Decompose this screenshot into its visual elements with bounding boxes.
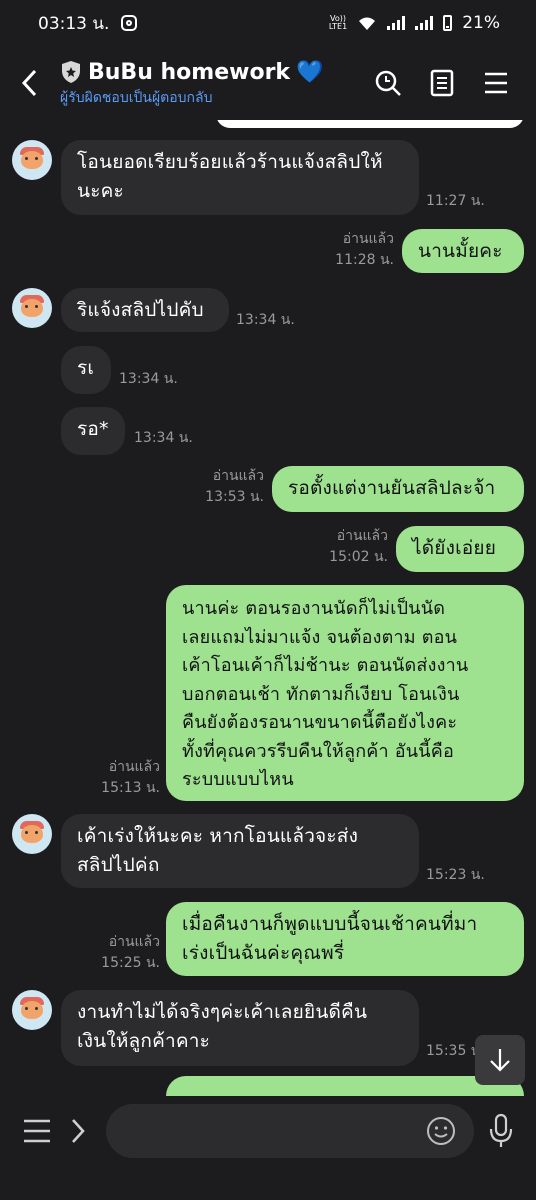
back-button[interactable] bbox=[0, 46, 60, 120]
message-bubble-incoming[interactable]: รเ bbox=[61, 346, 111, 394]
read-receipt: อ่านแล้ว bbox=[108, 934, 160, 950]
chat-subtitle: ผู้รับผิดชอบเป็นผู้ตอบกลับ bbox=[60, 89, 213, 106]
message-bubble-incoming[interactable]: โอนยอดเรียบร้อยแล้วร้านแจ้งสลิปให้ นะคะ bbox=[61, 140, 419, 215]
menu-icon[interactable] bbox=[22, 1118, 52, 1144]
message-bubble-outgoing[interactable]: นานค่ะ ตอนรองานนัดก็ไม่เป็นนัด เลยแถมไม่… bbox=[166, 585, 524, 801]
volte-icon: Vo)) LTE1 bbox=[328, 14, 348, 31]
blue-heart-icon: 💙 bbox=[296, 59, 324, 85]
message-input[interactable] bbox=[106, 1104, 474, 1158]
message-time: 11:28 น. bbox=[335, 252, 394, 268]
arrow-down-icon bbox=[490, 1049, 510, 1072]
read-receipt: อ่านแล้ว bbox=[342, 231, 394, 247]
message-time: 15:23 น. bbox=[426, 867, 485, 883]
scroll-to-bottom-button[interactable] bbox=[475, 1035, 525, 1085]
wifi-icon bbox=[359, 17, 376, 30]
back-arrow-icon bbox=[21, 69, 37, 97]
status-bar: 03:13 น. Vo)) LTE1 21% bbox=[0, 0, 536, 46]
message-bubble-incoming[interactable]: งานทำไม่ได้จริงๆค่ะเค้าเลยยินดีคืน เงินใ… bbox=[61, 990, 419, 1066]
message-time: 13:34 น. bbox=[236, 312, 295, 328]
message-time: 13:34 น. bbox=[119, 371, 178, 387]
message-bubble-outgoing[interactable]: นานมั้ยคะ bbox=[402, 229, 524, 273]
message-bubble-incoming[interactable]: ริแจ้งสลิปไปคับ bbox=[61, 288, 229, 332]
message-bubble-outgoing[interactable]: ได้ยังเอ่ยย bbox=[396, 526, 524, 572]
message-bubble-incoming[interactable]: เค้าเร่งให้นะคะ หากโอนแล้วจะส่ง สลิปไปค่… bbox=[61, 814, 419, 888]
chat-title-area[interactable]: BuBu homework 💙 ผู้รับผิดชอบเป็นผู้ตอบกล… bbox=[60, 58, 374, 109]
menu-icon[interactable] bbox=[482, 69, 510, 97]
avatar[interactable] bbox=[12, 288, 52, 328]
read-receipt: อ่านแล้ว bbox=[212, 468, 264, 484]
message-bubble-outgoing[interactable]: รอตั้งแต่งานยันสลิปละจ้า bbox=[272, 466, 524, 512]
mic-icon[interactable] bbox=[488, 1113, 514, 1149]
instagram-icon bbox=[121, 15, 138, 31]
message-time: 15:13 น. bbox=[101, 780, 160, 796]
status-time: 03:13 น. bbox=[38, 13, 110, 34]
message-time: 15:25 น. bbox=[101, 955, 160, 971]
message-time: 13:34 น. bbox=[134, 430, 193, 446]
message-bubble-outgoing[interactable]: เมื่อคืนงานก็พูดแบบนี้จนเช้าคนที่มา เร่ง… bbox=[166, 902, 524, 976]
search-icon[interactable] bbox=[374, 69, 402, 97]
partial-message-bubble bbox=[216, 120, 524, 128]
chat-header: BuBu homework 💙 ผู้รับผิดชอบเป็นผู้ตอบกล… bbox=[0, 46, 536, 120]
avatar[interactable] bbox=[12, 140, 52, 180]
message-bubble-outgoing-partial bbox=[166, 1076, 524, 1096]
chat-messages[interactable]: โอนยอดเรียบร้อยแล้วร้านแจ้งสลิปให้ นะคะ … bbox=[0, 120, 536, 1096]
shield-icon bbox=[62, 61, 80, 83]
read-receipt: อ่านแล้ว bbox=[108, 759, 160, 775]
signal-icon-2 bbox=[415, 16, 434, 30]
emoji-icon[interactable] bbox=[426, 1116, 456, 1146]
avatar[interactable] bbox=[12, 814, 52, 854]
chevron-right-icon[interactable] bbox=[68, 1116, 88, 1146]
notes-icon[interactable] bbox=[428, 69, 456, 97]
battery-percent: 21% bbox=[462, 13, 500, 33]
read-receipt: อ่านแล้ว bbox=[336, 528, 388, 544]
avatar[interactable] bbox=[12, 990, 52, 1030]
message-time: 11:27 น. bbox=[426, 193, 485, 209]
battery-icon bbox=[443, 15, 453, 31]
message-time: 13:53 น. bbox=[205, 489, 264, 505]
message-input-bar bbox=[0, 1096, 536, 1200]
signal-icon-1 bbox=[387, 16, 406, 30]
message-bubble-incoming[interactable]: รอ* bbox=[61, 407, 125, 455]
message-time: 15:02 น. bbox=[329, 549, 388, 565]
chat-title: BuBu homework bbox=[88, 59, 291, 85]
